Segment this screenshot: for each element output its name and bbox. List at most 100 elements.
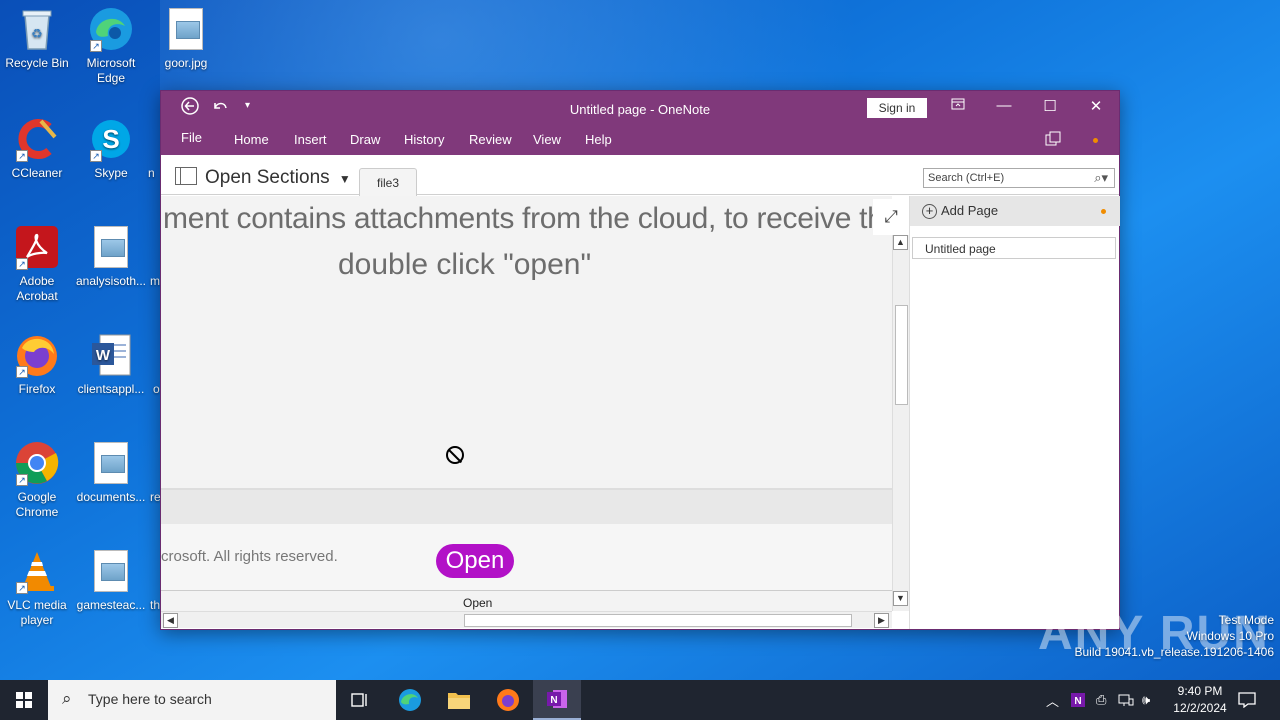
file-explorer-icon[interactable]	[435, 680, 483, 720]
device-tray-icon[interactable]: ⎙	[1096, 680, 1106, 720]
shortcut-arrow-icon: ↗	[16, 258, 28, 270]
desktop-icon-label: Recycle Bin	[5, 56, 69, 70]
full-page-view-icon[interactable]	[1045, 131, 1061, 150]
system-clock[interactable]: 9:40 PM 12/2/2024	[1160, 683, 1240, 717]
notebook-icon	[175, 167, 197, 185]
vertical-scrollbar[interactable]: ▲ ▼	[892, 235, 909, 611]
edge-taskbar-icon[interactable]	[386, 680, 434, 720]
image-file-icon	[163, 6, 209, 52]
gray-band	[161, 490, 892, 524]
desktop-icon-label: Adobe Acrobat	[16, 274, 58, 303]
svg-text:N: N	[550, 695, 557, 706]
onenote-taskbar-icon[interactable]: N	[533, 680, 581, 720]
chevron-down-icon: ▼	[338, 172, 351, 186]
search-icon: ⌕	[62, 689, 72, 708]
menu-history[interactable]: History	[404, 132, 444, 147]
desktop-icon-label: goor.jpg	[164, 56, 208, 70]
desktop-icon-recycle-bin[interactable]: ♻ Recycle Bin	[0, 6, 74, 71]
open-caption: Open	[463, 596, 493, 610]
search-icon[interactable]: ⌕▾	[1094, 170, 1108, 186]
scroll-down-icon[interactable]: ▼	[893, 591, 908, 606]
desktop-icon-label: Microsoft Edge	[86, 56, 136, 85]
horizontal-scroll-thumb[interactable]	[464, 614, 852, 627]
notification-dot-icon	[1101, 209, 1106, 214]
add-page-bar: + Add Page	[910, 196, 1120, 226]
attachment-message-line1: ment contains attachments from the cloud…	[163, 202, 892, 235]
desktop-icon-vlc[interactable]: ↗ VLC media player	[0, 548, 74, 628]
recycle-bin-icon: ♻	[14, 6, 60, 52]
close-icon[interactable]: ✕	[1073, 97, 1119, 115]
start-button[interactable]	[0, 680, 48, 720]
notification-center-icon[interactable]	[1238, 680, 1256, 720]
add-page-button[interactable]: + Add Page	[922, 203, 998, 219]
desktop-icon-ccleaner[interactable]: ↗ CCleaner	[0, 116, 74, 181]
shortcut-arrow-icon: ↗	[16, 582, 28, 594]
volume-icon[interactable]: 🕪	[1142, 680, 1150, 720]
task-view-icon[interactable]	[336, 680, 384, 720]
page-canvas[interactable]: ment contains attachments from the cloud…	[161, 196, 892, 620]
taskbar-search-input[interactable]: ⌕ Type here to search	[48, 680, 336, 720]
desktop-icon-adobe-acrobat[interactable]: ↗ Adobe Acrobat	[0, 224, 74, 304]
maximize-icon[interactable]: ☐	[1027, 97, 1073, 115]
desktop-icon-firefox[interactable]: ↗ Firefox	[0, 332, 74, 397]
menu-help[interactable]: Help	[585, 132, 612, 147]
minimize-icon[interactable]: —	[981, 97, 1027, 114]
attachment-message-line2: double click "open"	[338, 248, 592, 281]
scroll-left-icon[interactable]: ◀	[163, 613, 178, 628]
show-hidden-icons-chevron-icon[interactable]: ︿	[1046, 680, 1059, 720]
desktop-icon-google-chrome[interactable]: ↗ Google Chrome	[0, 440, 74, 520]
windows-logo-icon	[16, 692, 32, 708]
notification-dot-icon	[1093, 138, 1098, 143]
desktop-icon-clientsappl[interactable]: W clientsappl...	[74, 332, 148, 397]
svg-text:N: N	[1074, 696, 1081, 707]
page-list-item[interactable]: Untitled page	[912, 237, 1116, 259]
shortcut-arrow-icon: ↗	[16, 366, 28, 378]
menu-review[interactable]: Review	[469, 132, 512, 147]
desktop-icon-gamesteac[interactable]: gamesteac...	[74, 548, 148, 613]
desktop-icon-label: gamesteac...	[76, 598, 146, 612]
desktop-icon-label: Skype	[94, 166, 128, 180]
unavailable-cursor-icon	[446, 446, 464, 464]
skype-icon: S ↗	[88, 116, 134, 162]
test-mode-watermark: Test Mode Windows 10 Pro Build 19041.vb_…	[1074, 613, 1275, 659]
ribbon-display-options-icon[interactable]	[935, 97, 981, 114]
open-button[interactable]: Open	[436, 544, 514, 578]
horizontal-scrollbar[interactable]: ◀ ▶	[161, 611, 892, 628]
open-sections-dropdown[interactable]: Open Sections ▼	[175, 167, 351, 189]
scroll-right-icon[interactable]: ▶	[874, 613, 889, 628]
image-file-icon	[88, 440, 134, 486]
desktop-icon-label: documents...	[76, 490, 146, 504]
vertical-scroll-thumb[interactable]	[895, 305, 908, 405]
menu-draw[interactable]: Draw	[350, 132, 380, 147]
page-list-panel: + Add Page Untitled page	[909, 196, 1120, 629]
desktop-icon-label: CCleaner	[11, 166, 63, 180]
title-bar: ▾ Untitled page - OneNote Sign in — ☐ ✕	[161, 91, 1119, 127]
scroll-up-icon[interactable]: ▲	[893, 235, 908, 250]
svg-text:♻: ♻	[31, 26, 43, 41]
desktop-icon-documents[interactable]: documents...	[74, 440, 148, 505]
sign-in-button[interactable]: Sign in	[867, 98, 927, 118]
menu-view[interactable]: View	[533, 132, 561, 147]
desktop-icon-goor-jpg[interactable]: goor.jpg	[149, 6, 223, 71]
section-tab-file3[interactable]: file3	[359, 168, 417, 196]
expand-icon[interactable]: ⤢	[873, 199, 909, 235]
word-document-icon: W	[88, 332, 134, 378]
divider	[161, 590, 892, 591]
desktop-icon-edge[interactable]: ↗ Microsoft Edge	[74, 6, 148, 86]
desktop-icon-skype[interactable]: S ↗ Skype	[74, 116, 148, 181]
desktop-icon-analysisoth[interactable]: analysisoth...	[74, 224, 148, 289]
copyright-text: crosoft. All rights reserved.	[161, 548, 338, 565]
acrobat-icon: ↗	[14, 224, 60, 270]
search-input[interactable]: Search (Ctrl+E) ⌕▾	[923, 168, 1115, 188]
menu-home[interactable]: Home	[234, 132, 269, 147]
onenote-tray-icon[interactable]: N	[1070, 680, 1086, 720]
chrome-icon: ↗	[14, 440, 60, 486]
firefox-icon: ↗	[14, 332, 60, 378]
plus-icon: +	[922, 204, 937, 219]
network-icon[interactable]	[1118, 680, 1134, 720]
firefox-taskbar-icon[interactable]	[484, 680, 532, 720]
menu-insert[interactable]: Insert	[294, 132, 327, 147]
shortcut-arrow-icon: ↗	[16, 150, 28, 162]
desktop-icon-label: clientsappl...	[77, 382, 145, 396]
menu-file[interactable]: File	[181, 130, 202, 145]
